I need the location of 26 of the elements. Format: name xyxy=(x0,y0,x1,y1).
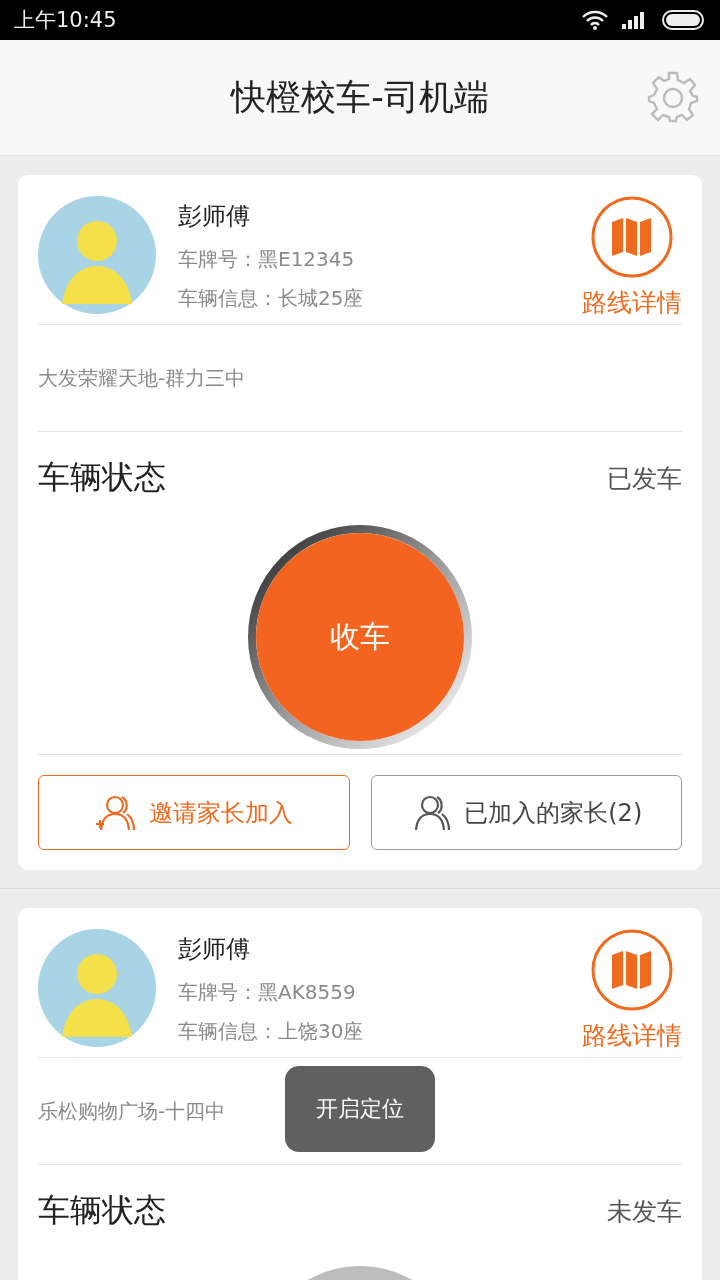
status-title: 车辆状态 xyxy=(38,1190,166,1231)
status-title: 车辆状态 xyxy=(38,457,166,498)
route-details-button[interactable]: 路线详情 xyxy=(582,196,682,319)
battery-icon xyxy=(662,10,706,30)
status-time: 上午10:45 xyxy=(14,7,117,34)
wifi-icon xyxy=(582,10,608,30)
status-text: 已发车 xyxy=(607,462,682,495)
route-name: 乐松购物广场-十四中 xyxy=(38,1097,226,1125)
toast-message: 开启定位 xyxy=(285,1066,435,1152)
route-details-button[interactable]: 路线详情 xyxy=(582,929,682,1052)
vehicle-info: 车辆信息：长城25座 xyxy=(178,285,364,312)
joined-parents-button[interactable]: 已加入的家长(2) xyxy=(370,775,682,850)
plate-number: 车牌号：黑E12345 xyxy=(178,246,356,273)
status-text: 未发车 xyxy=(607,1195,682,1228)
map-icon xyxy=(591,929,673,1011)
route-name: 大发荣耀天地-群力三中 xyxy=(38,364,246,392)
vehicle-info: 车辆信息：上饶30座 xyxy=(178,1018,364,1045)
action-button[interactable]: 收车 xyxy=(256,533,464,741)
plate-number: 车牌号：黑AK8559 xyxy=(178,979,357,1006)
driver-name: 彭师傅 xyxy=(178,201,251,232)
map-icon xyxy=(591,196,673,278)
driver-name: 彭师傅 xyxy=(178,934,251,965)
settings-icon[interactable] xyxy=(646,70,700,124)
people-icon xyxy=(94,793,137,832)
invite-parents-button[interactable]: 邀请家长加入 xyxy=(38,775,350,850)
app-title: 快橙校车-司机端 xyxy=(231,76,489,119)
